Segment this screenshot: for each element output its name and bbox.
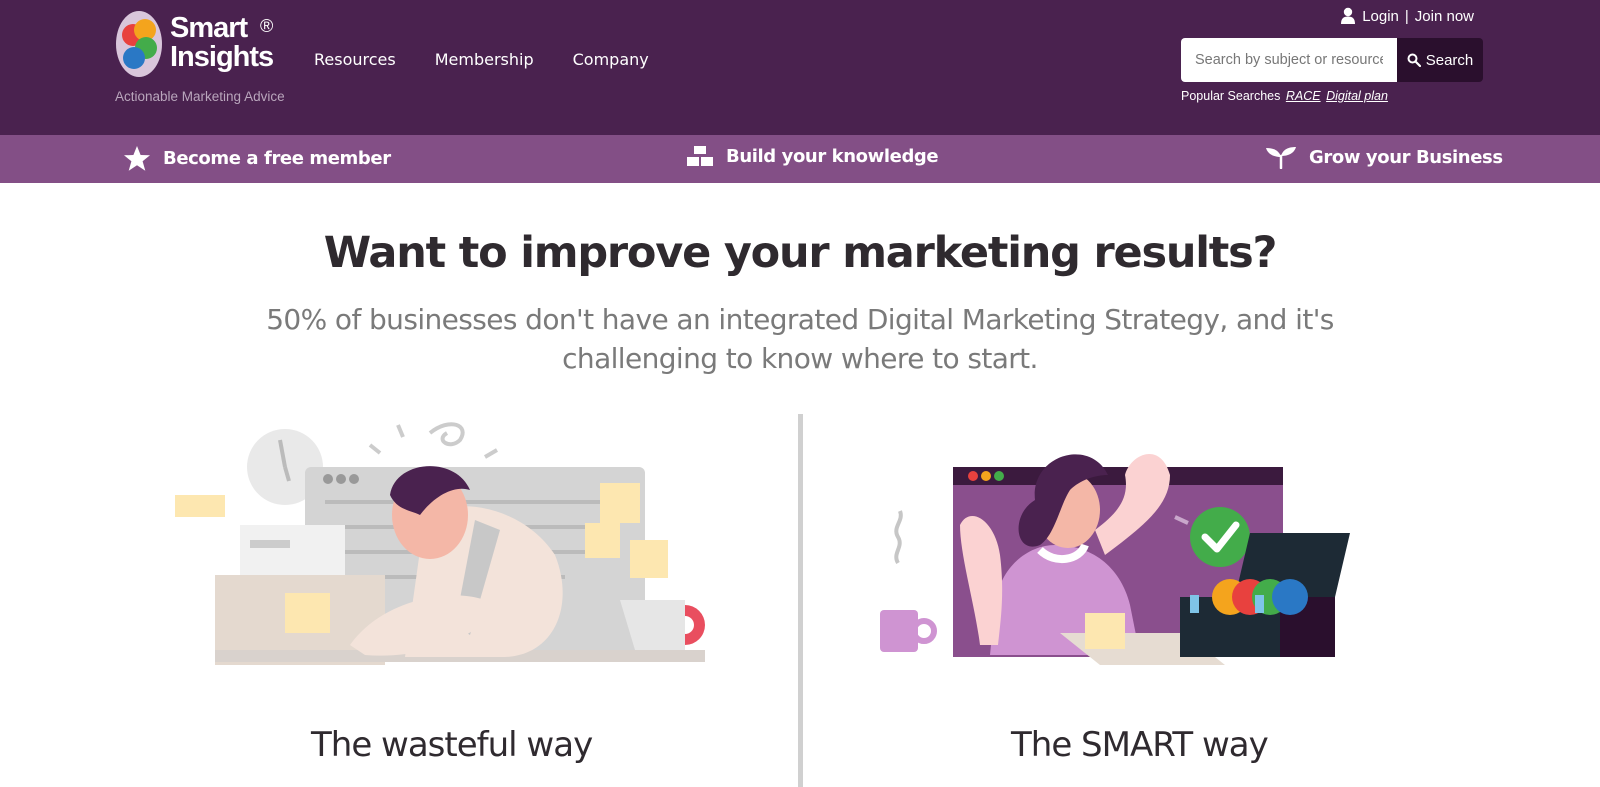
- grow-business-link[interactable]: Grow your Business: [1265, 145, 1503, 169]
- nav-item-membership[interactable]: Membership: [435, 50, 534, 69]
- nav-item-resources[interactable]: Resources: [314, 50, 396, 69]
- logo[interactable]: Smart Insights ® Actionable Marketing Ad…: [115, 10, 285, 110]
- popular-link-race[interactable]: RACE: [1286, 89, 1321, 103]
- sprout-icon: [1266, 147, 1296, 169]
- brand-tagline: Actionable Marketing Advice: [115, 89, 285, 104]
- popular-searches: Popular Searches RACE Digital plan: [1181, 89, 1388, 103]
- wasteful-way-title: The wasteful way: [311, 725, 593, 765]
- become-free-member-label: Become a free member: [163, 148, 391, 169]
- wasteful-way-illustration: [175, 422, 705, 665]
- build-knowledge-link[interactable]: Build your knowledge: [686, 145, 939, 167]
- become-free-member-link[interactable]: Become a free member: [123, 145, 391, 172]
- popular-link-digital-plan[interactable]: Digital plan: [1326, 89, 1388, 103]
- popular-searches-label: Popular Searches: [1181, 89, 1281, 103]
- build-knowledge-label: Build your knowledge: [726, 145, 939, 167]
- user-links-separator: |: [1404, 7, 1409, 25]
- comparison-divider: [798, 414, 803, 787]
- join-now-link[interactable]: Join now: [1415, 8, 1474, 25]
- registered-mark: ®: [260, 16, 274, 36]
- logo-mark-icon: [116, 11, 162, 77]
- site-header: Smart Insights ® Actionable Marketing Ad…: [0, 0, 1600, 135]
- search-button-label: Search: [1425, 51, 1474, 69]
- smart-way-title: The SMART way: [1011, 725, 1269, 765]
- value-prop-bar: Become a free member Build your knowledg…: [0, 135, 1600, 183]
- logo-wordmark: Smart Insights: [170, 12, 274, 73]
- page-title: Want to improve your marketing results?: [323, 228, 1278, 278]
- search-icon: [1407, 53, 1421, 67]
- search-form: Search: [1181, 38, 1483, 82]
- logo-line-2: Insights: [170, 41, 274, 73]
- grow-business-label: Grow your Business: [1309, 146, 1503, 168]
- page-subtitle: 50% of businesses don't have an integrat…: [266, 303, 1334, 375]
- smart-way-illustration: [880, 454, 1350, 665]
- main-nav: Resources Membership Company: [314, 50, 649, 69]
- login-link[interactable]: Login: [1362, 8, 1399, 25]
- star-icon: [124, 146, 150, 171]
- user-icon: [1341, 7, 1356, 24]
- search-input[interactable]: [1181, 38, 1397, 82]
- search-button[interactable]: Search: [1397, 38, 1483, 82]
- logo-line-1: Smart: [170, 12, 248, 44]
- blocks-icon: [687, 146, 713, 166]
- user-links: Login | Join now: [1340, 7, 1474, 25]
- nav-item-company[interactable]: Company: [573, 50, 649, 69]
